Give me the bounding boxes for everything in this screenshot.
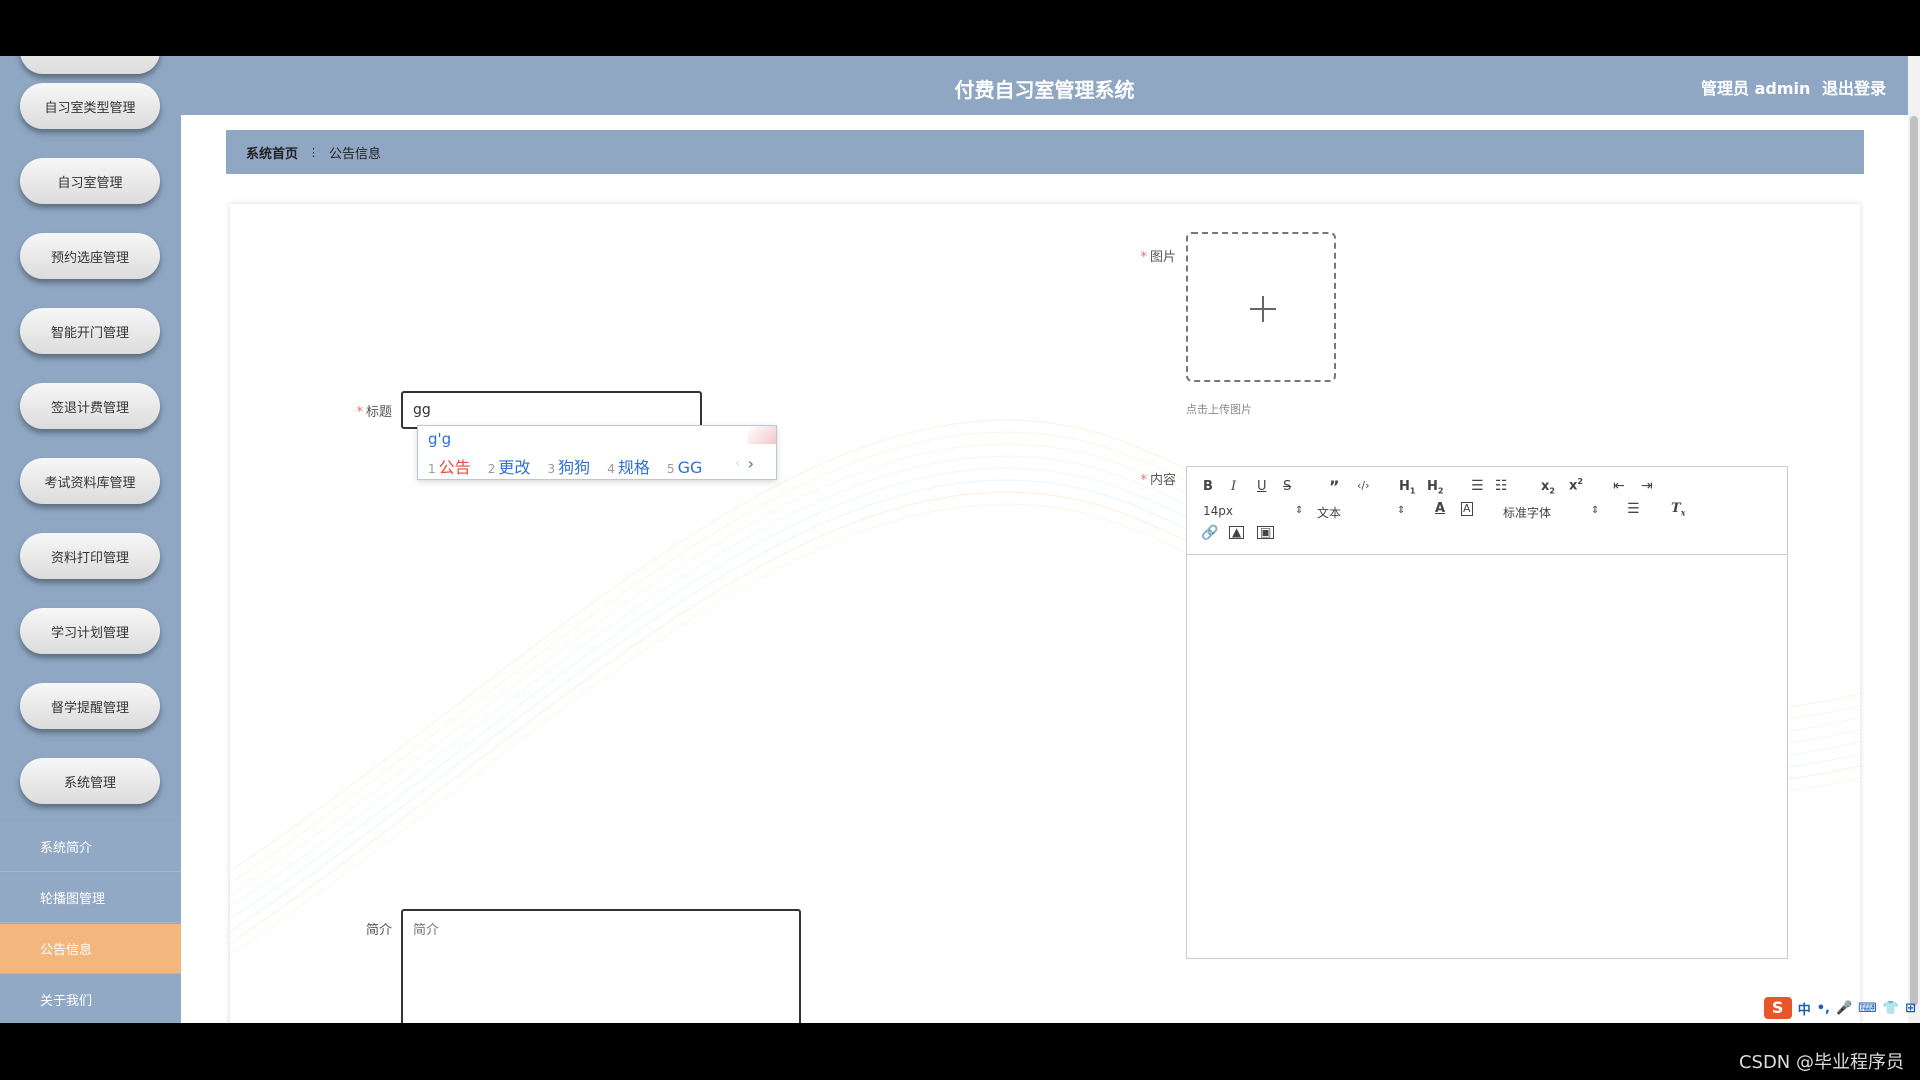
ime-candidate-1[interactable]: 1 公告 — [428, 454, 471, 478]
ordered-list-icon[interactable]: ☰ — [1471, 478, 1484, 494]
scrollbar[interactable] — [1908, 56, 1920, 1023]
system-title: 付费自习室管理系统 — [954, 78, 1135, 102]
form-card: *标题 g'g 1公告 2更改 3狗狗 4规格 5GG ‹ › 简介 — [230, 204, 1860, 1023]
select-arrow-icon: ⇕ — [1591, 505, 1600, 516]
font-size-select[interactable]: 14px ⇕ — [1203, 504, 1303, 518]
indent-icon[interactable]: ⇥ — [1641, 478, 1653, 494]
bold-icon[interactable]: B — [1203, 479, 1213, 494]
image-icon[interactable]: ▲ — [1229, 526, 1245, 539]
breadcrumb-current: 公告信息 — [329, 146, 382, 162]
sidebar-subitem-about[interactable]: 关于我们 — [0, 975, 181, 1023]
ime-punctuation-icon[interactable]: •, — [1817, 1001, 1830, 1016]
summary-textarea[interactable] — [401, 909, 801, 1023]
align-icon[interactable]: ☰ — [1627, 501, 1640, 517]
ime-prev-page-icon[interactable]: ‹ — [735, 456, 740, 470]
app-window: 自习室类型管理 自习室管理 预约选座管理 智能开门管理 签退计费管理 考试资料库… — [0, 56, 1920, 1023]
ime-candidates: 1 公告 2 更改 3 狗狗 4 规格 5 GG — [428, 454, 714, 478]
bullet-list-icon[interactable]: ☷ — [1495, 478, 1508, 494]
title-label: * 标题 — [356, 405, 392, 420]
sidebar-item-study-plan[interactable]: 学习计划管理 — [20, 608, 160, 654]
content-label: * 内容 — [1140, 473, 1176, 488]
editor-toolbar: B I U S ” ‹/› H1 H2 ☰ ☷ x2 x2 ⇤ ⇥ 14px⇕ — [1187, 467, 1787, 555]
required-mark: * — [356, 405, 363, 420]
select-arrow-icon: ⇕ — [1397, 505, 1406, 516]
sidebar-subitem-intro[interactable]: 系统简介 — [0, 822, 181, 872]
ime-skin-icon[interactable]: 👕 — [1883, 1001, 1899, 1016]
outdent-icon[interactable]: ⇤ — [1613, 478, 1625, 494]
blockquote-icon[interactable]: ” — [1329, 477, 1340, 496]
heading-1-icon[interactable]: H1 — [1399, 479, 1415, 496]
summary-label: 简介 — [365, 923, 392, 938]
breadcrumb-home[interactable]: 系统首页 — [246, 143, 298, 162]
image-label: * 图片 — [1140, 250, 1176, 265]
screen: 自习室类型管理 自习室管理 预约选座管理 智能开门管理 签退计费管理 考试资料库… — [0, 0, 1920, 1080]
user-role: 管理员 admin — [1701, 79, 1811, 98]
sidebar-item-print[interactable]: 资料打印管理 — [20, 533, 160, 579]
plus-icon-vertical — [1262, 296, 1264, 322]
ime-toolbox-icon[interactable]: ⊞ — [1905, 1001, 1916, 1016]
scrollbar-thumb[interactable] — [1910, 116, 1918, 1006]
sogou-ime-logo[interactable]: S — [1763, 997, 1792, 1019]
ime-next-page-icon[interactable]: › — [748, 454, 754, 473]
superscript-icon[interactable]: x2 — [1569, 477, 1583, 493]
ime-tray: S 中 •, 🎤 ⌨ 👕 ⊞ — [1763, 996, 1920, 1020]
top-header: 付费自习室管理系统 管理员 admin 退出登录 — [181, 56, 1908, 115]
underline-icon[interactable]: U — [1257, 479, 1267, 494]
ime-chinese-mode-icon[interactable]: 中 — [1798, 999, 1811, 1018]
font-family-select[interactable]: 标准字体 ⇕ — [1503, 504, 1603, 521]
link-icon[interactable]: 🔗 — [1201, 525, 1218, 541]
required-mark: * — [1140, 473, 1147, 488]
sidebar-item-checkout-billing[interactable]: 签退计费管理 — [20, 383, 160, 429]
title-input[interactable] — [401, 391, 702, 429]
ime-composition: g'g — [428, 430, 452, 448]
rich-text-editor: B I U S ” ‹/› H1 H2 ☰ ☷ x2 x2 ⇤ ⇥ 14px⇕ — [1186, 466, 1788, 959]
heading-2-icon[interactable]: H2 — [1427, 479, 1443, 496]
logout-link[interactable]: 退出登录 — [1822, 79, 1886, 98]
sidebar-item-reservation[interactable]: 预约选座管理 — [20, 233, 160, 279]
required-mark: * — [1140, 250, 1147, 265]
sidebar-item-room-type[interactable]: 自习室类型管理 — [20, 83, 160, 129]
strikethrough-icon[interactable]: S — [1283, 479, 1291, 494]
sidebar-item-room[interactable]: 自习室管理 — [20, 158, 160, 204]
sidebar-subitem-carousel[interactable]: 轮播图管理 — [0, 873, 181, 923]
ime-candidate-5[interactable]: 5 GG — [667, 458, 702, 477]
editor-content-area[interactable] — [1187, 556, 1787, 958]
clear-format-icon[interactable]: Tx — [1671, 501, 1685, 518]
sidebar-item-reminder[interactable]: 督学提醒管理 — [20, 683, 160, 729]
sidebar-item-smart-door[interactable]: 智能开门管理 — [20, 308, 160, 354]
ime-candidate-2[interactable]: 2 更改 — [488, 454, 531, 478]
ime-keyboard-icon[interactable]: ⌨ — [1858, 1001, 1877, 1016]
ime-candidate-popup: g'g 1 公告 2 更改 3 狗狗 4 规格 5 GG ‹ › — [417, 425, 777, 480]
ime-candidate-4[interactable]: 4 规格 — [607, 454, 650, 478]
code-block-icon[interactable]: ‹/› — [1357, 479, 1370, 492]
sidebar-item-hidden[interactable] — [20, 56, 160, 74]
header-select[interactable]: 文本 ⇕ — [1317, 504, 1407, 521]
ime-candidate-3[interactable]: 3 狗狗 — [548, 454, 591, 478]
video-icon[interactable]: ▣ — [1257, 526, 1275, 539]
breadcrumb: 系统首页 ⋮ 公告信息 — [226, 130, 1864, 174]
italic-icon[interactable]: I — [1231, 479, 1236, 494]
breadcrumb-separator: ⋮ — [308, 145, 320, 159]
sidebar-subitem-notice[interactable]: 公告信息 — [0, 924, 181, 974]
sidebar-item-exam-materials[interactable]: 考试资料库管理 — [20, 458, 160, 504]
select-arrow-icon: ⇕ — [1295, 505, 1304, 516]
sidebar: 自习室类型管理 自习室管理 预约选座管理 智能开门管理 签退计费管理 考试资料库… — [0, 56, 181, 1023]
sidebar-item-system[interactable]: 系统管理 — [20, 758, 160, 804]
ime-voice-icon[interactable]: 🎤 — [1836, 1001, 1852, 1016]
upload-tip: 点击上传图片 — [1186, 403, 1252, 416]
font-color-icon[interactable]: A — [1435, 501, 1445, 516]
ime-skin-decoration — [748, 426, 776, 444]
subscript-icon[interactable]: x2 — [1541, 479, 1555, 496]
user-area: 管理员 admin 退出登录 — [1695, 75, 1886, 99]
image-upload-box[interactable] — [1186, 232, 1336, 382]
csdn-watermark: CSDN @毕业程序员 — [1738, 1052, 1904, 1073]
background-color-icon[interactable]: A — [1461, 502, 1473, 516]
